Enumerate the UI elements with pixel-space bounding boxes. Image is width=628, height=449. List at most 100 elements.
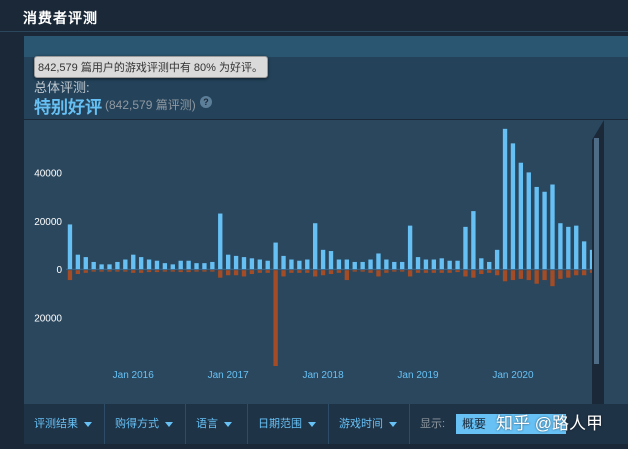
negative-bar: [257, 270, 262, 273]
negative-bar: [344, 270, 349, 281]
positive-bar: [550, 184, 555, 270]
negative-bar: [131, 270, 136, 273]
negative-bar: [550, 270, 555, 287]
negative-bar: [328, 270, 334, 275]
negative-bar: [107, 270, 112, 272]
positive-bar: [99, 264, 104, 270]
review-histogram-chart[interactable]: 40000 20000 0 20000 Jan 2016 Jan 2017 Jan 201…: [24, 120, 604, 404]
positive-bar: [574, 225, 579, 270]
positive-bar: [526, 172, 531, 270]
positive-bar: [423, 259, 429, 270]
negative-bar: [162, 270, 168, 272]
negative-bar: [494, 270, 500, 276]
positive-bar: [123, 259, 128, 270]
negative-bar: [518, 270, 524, 279]
filter-playtime[interactable]: 游戏时间: [329, 404, 410, 444]
negative-bar: [479, 270, 484, 275]
positive-bar: [107, 264, 112, 270]
filter-date-range[interactable]: 日期范围: [248, 404, 329, 444]
positive-bar: [439, 258, 444, 270]
negative-bar: [384, 270, 389, 273]
positive-bar: [407, 225, 413, 270]
panel-header-bar: [24, 36, 628, 57]
negative-bar: [502, 270, 508, 282]
negative-bar: [123, 270, 128, 272]
negative-bar: [313, 270, 318, 277]
positive-bar: [471, 211, 476, 270]
positive-bar: [281, 255, 286, 270]
positive-bar: [178, 260, 183, 270]
negative-bar: [305, 270, 310, 273]
question-icon[interactable]: ?: [200, 96, 212, 108]
negative-bar: [574, 270, 579, 276]
negative-bar: [526, 270, 531, 281]
positive-bar: [194, 263, 199, 270]
positive-bar: [162, 263, 168, 270]
negative-bar: [423, 270, 429, 273]
positive-bar: [170, 264, 175, 270]
negative-bar: [233, 270, 239, 276]
positive-bar: [336, 259, 342, 270]
negative-bar: [218, 270, 223, 278]
negative-bar: [67, 270, 73, 281]
positive-bar: [289, 259, 294, 270]
filter-review-type[interactable]: 评测结果: [24, 404, 105, 444]
positive-bar: [479, 258, 484, 270]
negative-bar: [281, 270, 286, 277]
positive-bar: [558, 223, 563, 270]
positive-bar: [518, 162, 524, 270]
positive-bar: [313, 223, 318, 270]
negative-bar: [455, 270, 460, 273]
x-tick-label: Jan 2016: [113, 370, 155, 381]
display-label: 显示:: [420, 418, 446, 430]
positive-bar: [542, 191, 547, 270]
positive-bar: [360, 261, 365, 270]
rating-text[interactable]: 特别好评: [34, 93, 102, 118]
negative-bar: [368, 270, 373, 273]
positive-bar: [154, 260, 160, 270]
positive-bar: [400, 261, 405, 270]
negative-bar: [392, 270, 397, 272]
negative-bar: [115, 270, 120, 272]
negative-bar: [376, 270, 381, 277]
x-tick-label: Jan 2020: [492, 370, 534, 381]
chart-scroll-handle: [594, 138, 599, 364]
filter-label: 游戏时间: [339, 418, 383, 430]
negative-bar: [202, 270, 207, 272]
negative-bar: [352, 270, 357, 272]
title-divider: [0, 31, 628, 32]
positive-bar: [431, 259, 437, 270]
negative-bar: [178, 270, 183, 273]
positive-bar: [218, 213, 223, 270]
filter-purchase-type[interactable]: 购得方式: [105, 404, 186, 444]
negative-bar: [83, 270, 88, 273]
negative-bar: [566, 270, 571, 278]
negative-bar: [241, 270, 247, 277]
negative-bar: [273, 270, 278, 366]
negative-bar: [186, 270, 191, 273]
negative-bar: [249, 270, 255, 275]
positive-bar: [257, 259, 262, 270]
chevron-down-icon: [165, 421, 173, 427]
negative-bar: [447, 270, 452, 273]
filter-label: 日期范围: [258, 418, 302, 430]
negative-bar: [289, 270, 294, 273]
negative-bar: [510, 270, 516, 281]
negative-bar: [320, 270, 326, 276]
negative-bar: [439, 270, 444, 273]
review-count: (842,579 篇评测): [105, 98, 196, 112]
positive-bar: [384, 259, 389, 270]
positive-bar: [75, 254, 81, 270]
negative-bar: [471, 270, 476, 278]
negative-bar: [336, 270, 342, 273]
negative-bar: [91, 270, 96, 272]
positive-bar: [241, 257, 247, 270]
filter-language[interactable]: 语言: [186, 404, 248, 444]
positive-bar: [273, 242, 278, 270]
negative-bar: [138, 270, 144, 273]
negative-bar: [297, 270, 302, 273]
negative-bar: [75, 270, 81, 275]
chevron-down-icon: [224, 421, 232, 427]
negative-bar: [170, 270, 175, 272]
positive-bar: [368, 259, 373, 270]
